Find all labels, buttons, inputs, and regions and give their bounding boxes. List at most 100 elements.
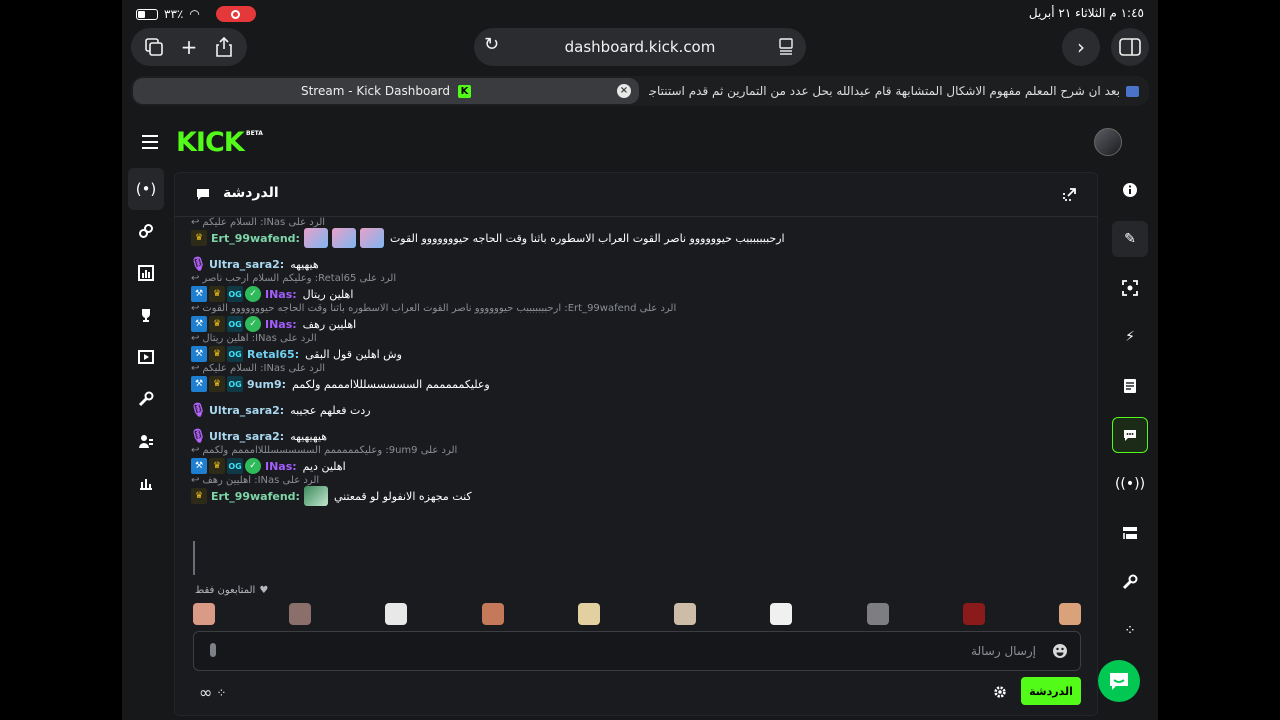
emoji-icon[interactable] <box>1052 643 1068 659</box>
chat-emote <box>303 228 328 248</box>
reply-reference[interactable]: ↩ الرد على Retal65: وعليكم السلام ارحب نا… <box>191 273 1081 285</box>
avatar[interactable] <box>1094 128 1122 156</box>
tab-label: Stream - Kick Dashboard <box>300 84 451 98</box>
reload-icon[interactable]: ↻ <box>484 34 499 55</box>
chat-username[interactable]: Ert_99wafend: <box>211 490 300 503</box>
chat-message[interactable]: 🎙 Ultra_sara2: هيهيهيهه <box>191 419 1081 445</box>
emote-button[interactable] <box>770 603 793 625</box>
browser-actions: + <box>131 28 247 66</box>
crown-badge-icon: ♛ <box>209 316 225 332</box>
chat-message-text: اهلين ريتال <box>302 287 354 301</box>
chat-username[interactable]: Ert_99wafend: <box>211 232 300 245</box>
reply-reference[interactable]: ↩ الرد على 9um9: وعليكمممممم السسسسسلللاا… <box>191 445 1081 457</box>
info-icon[interactable] <box>1112 172 1148 208</box>
chat-username[interactable]: Ultra_sara2: <box>209 258 284 271</box>
community-nav-icon[interactable] <box>128 420 164 462</box>
link-nav-icon[interactable] <box>128 210 164 252</box>
popout-icon[interactable] <box>1061 187 1077 203</box>
chat-message[interactable]: ↩ الرد على Retal65: وعليكم السلام ارحب نا… <box>191 273 1081 303</box>
settings-nav-icon[interactable] <box>128 462 164 504</box>
chat-message[interactable]: 🎙 Ultra_sara2: ردت فعلهم عجيبه <box>191 393 1081 419</box>
emote-button[interactable] <box>481 603 504 625</box>
reply-reference[interactable]: ↩ الرد على INas: السلام عليكم <box>191 363 1081 375</box>
chat-emote <box>303 486 328 506</box>
tabs-overview-icon[interactable] <box>141 34 167 60</box>
share-icon[interactable] <box>211 34 237 60</box>
emote-button[interactable] <box>962 603 985 625</box>
address-bar[interactable]: ↻ dashboard.kick.com <box>474 28 806 66</box>
support-chat-button[interactable] <box>1098 660 1140 702</box>
chat-messages: ↩ الرد على INas: السلام عليكم ♛ Ert_99wafen… <box>191 217 1081 583</box>
crown-badge-icon: ♛ <box>209 286 225 302</box>
chat-username[interactable]: Ultra_sara2: <box>209 404 284 417</box>
chat-username[interactable]: 9um9: <box>247 378 286 391</box>
forward-icon[interactable]: › <box>1062 28 1100 66</box>
emote-button[interactable] <box>1058 603 1081 625</box>
chat-message[interactable]: ↩ الرد على INas: اهلين ريتال ⚒ ♛ OG Retal65: و… <box>191 333 1081 363</box>
sidebar-toggle-icon[interactable] <box>1111 28 1149 66</box>
emote-button[interactable] <box>385 603 408 625</box>
chat-username[interactable]: Retal65: <box>247 348 299 361</box>
reply-reference[interactable]: ↩ الرد على Ert_99wafend: ارحبببببببب حيوو… <box>191 303 1081 315</box>
infinity-icon[interactable]: ∞ <box>199 683 212 702</box>
chat-message[interactable]: ↩ الرد على INas: السلام عليكم ♛ Ert_99wafen… <box>191 217 1081 248</box>
tab-bar: Stream - Kick Dashboard K × بعد ان شرح ا… <box>131 76 1149 106</box>
kicks-icon[interactable]: ⁘ <box>216 686 226 700</box>
chat-input[interactable]: إرسال رسالة <box>193 631 1081 671</box>
menu-icon[interactable] <box>142 135 158 149</box>
emote-button[interactable] <box>866 603 889 625</box>
chat-message-text: هيهيهيهه <box>290 429 328 443</box>
stream-nav-icon[interactable]: (•) <box>128 168 164 210</box>
videos-nav-icon[interactable] <box>128 336 164 378</box>
wrench-icon[interactable] <box>1112 564 1148 600</box>
emote-button[interactable] <box>193 603 215 625</box>
chat-emote <box>331 228 356 248</box>
moderator-badge-icon: ⚒ <box>191 316 207 332</box>
send-chat-button[interactable]: الدردشة <box>1021 677 1081 705</box>
beta-label: BETA <box>246 130 263 137</box>
chat-username[interactable]: INas: <box>265 318 297 331</box>
close-tab-icon[interactable]: × <box>617 84 631 98</box>
tools-nav-icon[interactable] <box>128 378 164 420</box>
verified-badge-icon: ✓ <box>245 316 261 332</box>
trophy-nav-icon[interactable] <box>128 294 164 336</box>
reader-mode-icon[interactable] <box>776 36 796 56</box>
layout-icon[interactable] <box>1112 515 1148 551</box>
chat-username[interactable]: INas: <box>265 460 297 473</box>
emote-button[interactable] <box>289 603 312 625</box>
chat-settings-icon[interactable] <box>993 685 1007 699</box>
screenshot-icon[interactable] <box>1112 270 1148 306</box>
crown-badge-icon: ♛ <box>209 376 225 392</box>
chat-bubble-icon <box>197 189 209 200</box>
chat-message[interactable]: ↩ الرد على Ert_99wafend: ارحبببببببب حيوو… <box>191 303 1081 333</box>
chat-message[interactable]: 🎙 Ultra_sara2: هيهيهه <box>191 247 1081 273</box>
microphone-badge-icon: 🎙 <box>191 428 207 444</box>
kick-logo[interactable]: KICK <box>176 127 245 158</box>
emote-button[interactable] <box>674 603 697 625</box>
reply-reference[interactable]: ↩ الرد على INas: اهلين ريتال <box>191 333 1081 345</box>
edit-icon[interactable]: ✎ <box>1112 221 1148 257</box>
chat-rail-icon[interactable] <box>1112 417 1148 453</box>
reply-icon: ↩ <box>191 303 200 314</box>
tab-kick-dashboard[interactable]: Stream - Kick Dashboard K × <box>133 78 639 104</box>
chat-message[interactable]: ↩ الرد على INas: السلام عليكم ⚒ ♛ OG 9um9: وعل… <box>191 363 1081 393</box>
chat-username[interactable]: Ultra_sara2: <box>209 430 284 443</box>
chat-username[interactable]: INas: <box>265 288 297 301</box>
og-badge-icon: OG <box>227 376 243 392</box>
chat-message-text: اهليين رهف <box>302 317 357 331</box>
screen-recording-indicator[interactable] <box>215 6 256 22</box>
more-apps-icon[interactable]: ⁘ <box>1112 613 1148 649</box>
chat-message[interactable]: ↩ الرد على 9um9: وعليكمممممم السسسسسلللاا… <box>191 445 1081 475</box>
og-badge-icon: OG <box>227 458 243 474</box>
notes-icon[interactable] <box>1112 368 1148 404</box>
emote-button[interactable] <box>577 603 600 625</box>
tab-other[interactable]: بعد ان شرح المعلم مفهوم الاشكال المتشابه… <box>649 78 1139 104</box>
analytics-nav-icon[interactable] <box>128 252 164 294</box>
chat-message[interactable]: ↩ الرد على INas: اهليين رهف ♛ Ert_99wafend:… <box>191 475 1081 506</box>
broadcast-icon[interactable]: ((•)) <box>1112 466 1148 502</box>
flash-icon[interactable]: ⚡ <box>1112 319 1148 355</box>
wifi-icon: ◠ <box>189 7 200 21</box>
moderator-badge-icon: ⚒ <box>191 346 207 362</box>
new-tab-icon[interactable]: + <box>176 34 202 60</box>
kick-favicon-icon: K <box>458 84 472 98</box>
